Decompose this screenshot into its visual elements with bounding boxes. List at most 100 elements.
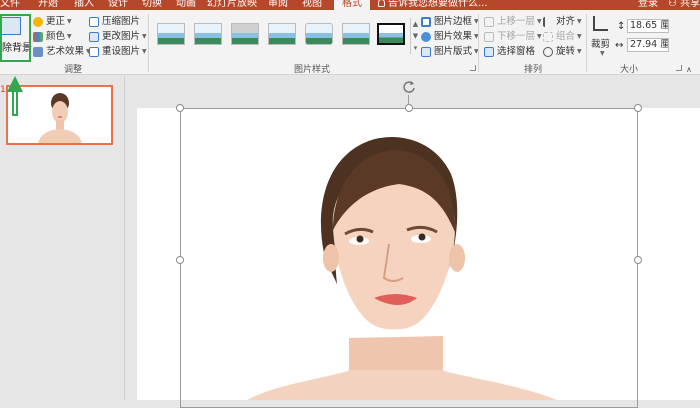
- adjust-group-label: 调整: [64, 65, 83, 75]
- rotate-handle-line: [408, 95, 409, 105]
- thumbnail-portrait-image: [38, 93, 82, 143]
- resize-handle-top-right[interactable]: [634, 104, 642, 112]
- green-arrow-shaft: [12, 92, 18, 116]
- share-button[interactable]: ⚇ 共享: [668, 0, 700, 10]
- gallery-expand-icon[interactable]: ▾: [411, 42, 420, 54]
- resize-handle-top[interactable]: [405, 104, 413, 112]
- picture-border-label: 图片边框: [434, 16, 473, 27]
- dropdown-caret-icon: ▼: [600, 50, 605, 57]
- reset-picture-icon: [89, 46, 99, 57]
- rotate-icon: [543, 46, 553, 57]
- group-objects-button[interactable]: 组合 ▼: [543, 30, 582, 43]
- picture-style-1[interactable]: [157, 23, 185, 45]
- rotate-label: 旋转: [556, 46, 576, 57]
- resize-handle-left[interactable]: [176, 256, 184, 264]
- send-backward-icon: [484, 31, 494, 42]
- artistic-effects-label: 艺术效果: [46, 46, 85, 57]
- picture-effects-label: 图片效果: [434, 31, 473, 42]
- artistic-effects-button[interactable]: 艺术效果▼: [33, 45, 91, 58]
- resize-handle-top-left[interactable]: [176, 104, 184, 112]
- resize-handle-right[interactable]: [634, 256, 642, 264]
- artistic-effects-icon: [33, 46, 43, 57]
- corrections-button[interactable]: 更正 ▼: [33, 15, 72, 28]
- login-link[interactable]: 登录: [638, 0, 658, 10]
- picture-effects-icon: [421, 31, 431, 42]
- slide-thumbnail-1[interactable]: [6, 85, 113, 145]
- crop-icon: [593, 16, 608, 31]
- slide-thumbnail-panel: 1: [0, 76, 125, 400]
- group-divider: [478, 14, 479, 72]
- tab-view[interactable]: 视图: [302, 0, 322, 10]
- rotate-button[interactable]: 旋转 ▼: [543, 45, 582, 58]
- picture-border-icon: [421, 16, 431, 27]
- color-palette-icon: [33, 31, 43, 42]
- scroll-up-icon[interactable]: ▲: [411, 18, 420, 30]
- rotate-handle-icon[interactable]: [401, 79, 417, 95]
- dropdown-caret-icon: ▼: [537, 18, 542, 25]
- align-label: 对齐: [556, 16, 576, 27]
- align-button[interactable]: 对齐 ▼: [543, 15, 582, 28]
- remove-background-highlight: [0, 14, 31, 62]
- tab-slideshow[interactable]: 幻灯片放映: [207, 0, 257, 10]
- scroll-down-icon[interactable]: ▼: [411, 30, 420, 42]
- bring-forward-label: 上移一层: [497, 16, 536, 27]
- group-divider: [148, 14, 149, 72]
- reset-picture-label: 重设图片: [102, 46, 141, 57]
- reset-picture-button[interactable]: 重设图片 ▼: [89, 45, 147, 58]
- corrections-label: 更正: [46, 16, 66, 27]
- tell-me-text: 告诉我您想要做什么...: [388, 0, 488, 9]
- picture-effects-button[interactable]: 图片效果 ▼: [421, 30, 479, 43]
- change-picture-button[interactable]: 更改图片 ▼: [89, 30, 147, 43]
- lightbulb-icon: [378, 0, 385, 7]
- tab-insert[interactable]: 插入: [74, 0, 94, 10]
- change-picture-icon: [89, 31, 99, 42]
- selection-pane-button[interactable]: 选择窗格: [484, 45, 535, 58]
- size-dialog-launcher[interactable]: [676, 65, 682, 71]
- send-backward-label: 下移一层: [497, 31, 536, 42]
- tab-file[interactable]: 文件: [0, 0, 20, 10]
- ribbon-tab-bar: 文件 开始 插入 设计 切换 动画 幻灯片放映 审阅 视图 格式 告诉我您想要做…: [0, 0, 700, 10]
- crop-button[interactable]: 裁剪 ▼: [590, 16, 612, 60]
- height-input[interactable]: 18.65 厘米: [627, 19, 669, 33]
- picture-style-4[interactable]: [268, 23, 296, 45]
- compress-pictures-button[interactable]: 压缩图片: [89, 15, 140, 28]
- tab-format[interactable]: 格式: [334, 0, 370, 10]
- compress-label: 压缩图片: [102, 16, 141, 27]
- send-backward-button[interactable]: 下移一层 ▼: [484, 30, 542, 43]
- color-button[interactable]: 颜色 ▼: [33, 30, 72, 43]
- slide-number: 1: [0, 85, 6, 95]
- align-icon: [543, 16, 553, 27]
- tell-me-box[interactable]: 告诉我您想要做什么...: [378, 0, 488, 10]
- picture-styles-dialog-launcher[interactable]: [470, 65, 476, 71]
- arrange-group-label: 排列: [524, 65, 543, 75]
- ribbon: 除背景 更正▼ 颜色▼ 艺术效果▼ 压缩图片 更改图片▼ 重设图片▼ 调整 ▲: [0, 10, 700, 75]
- picture-style-5[interactable]: [305, 23, 333, 45]
- gallery-scroll-buttons[interactable]: ▲ ▼ ▾: [410, 18, 420, 54]
- share-label: 共享: [680, 0, 700, 9]
- picture-layout-label: 图片版式: [434, 46, 473, 57]
- picture-style-6[interactable]: [342, 23, 370, 45]
- picture-border-button[interactable]: 图片边框 ▼: [421, 15, 479, 28]
- picture-styles-group-label: 图片样式: [294, 65, 331, 75]
- color-label: 颜色: [46, 31, 66, 42]
- size-group-label: 大小: [620, 65, 639, 75]
- person-icon: ⚇: [668, 0, 677, 9]
- tab-transitions[interactable]: 切换: [142, 0, 162, 10]
- dropdown-caret-icon: ▼: [537, 33, 542, 40]
- tab-animations[interactable]: 动画: [176, 0, 196, 10]
- collapse-ribbon-icon[interactable]: ∧: [686, 65, 692, 74]
- tab-review[interactable]: 审阅: [268, 0, 288, 10]
- bring-forward-button[interactable]: 上移一层 ▼: [484, 15, 542, 28]
- width-input[interactable]: 27.94 厘米: [627, 38, 669, 52]
- picture-style-3[interactable]: [231, 23, 259, 45]
- dropdown-caret-icon: ▼: [142, 48, 147, 55]
- tab-design[interactable]: 设计: [108, 0, 128, 10]
- change-picture-label: 更改图片: [102, 31, 141, 42]
- bring-forward-icon: [484, 16, 494, 27]
- group-label: 组合: [556, 31, 576, 42]
- picture-style-2[interactable]: [194, 23, 222, 45]
- tab-home[interactable]: 开始: [38, 0, 58, 10]
- picture-layout-button[interactable]: 图片版式 ▼: [421, 45, 479, 58]
- picture-style-7[interactable]: [377, 23, 405, 45]
- height-icon: ↕: [617, 21, 626, 32]
